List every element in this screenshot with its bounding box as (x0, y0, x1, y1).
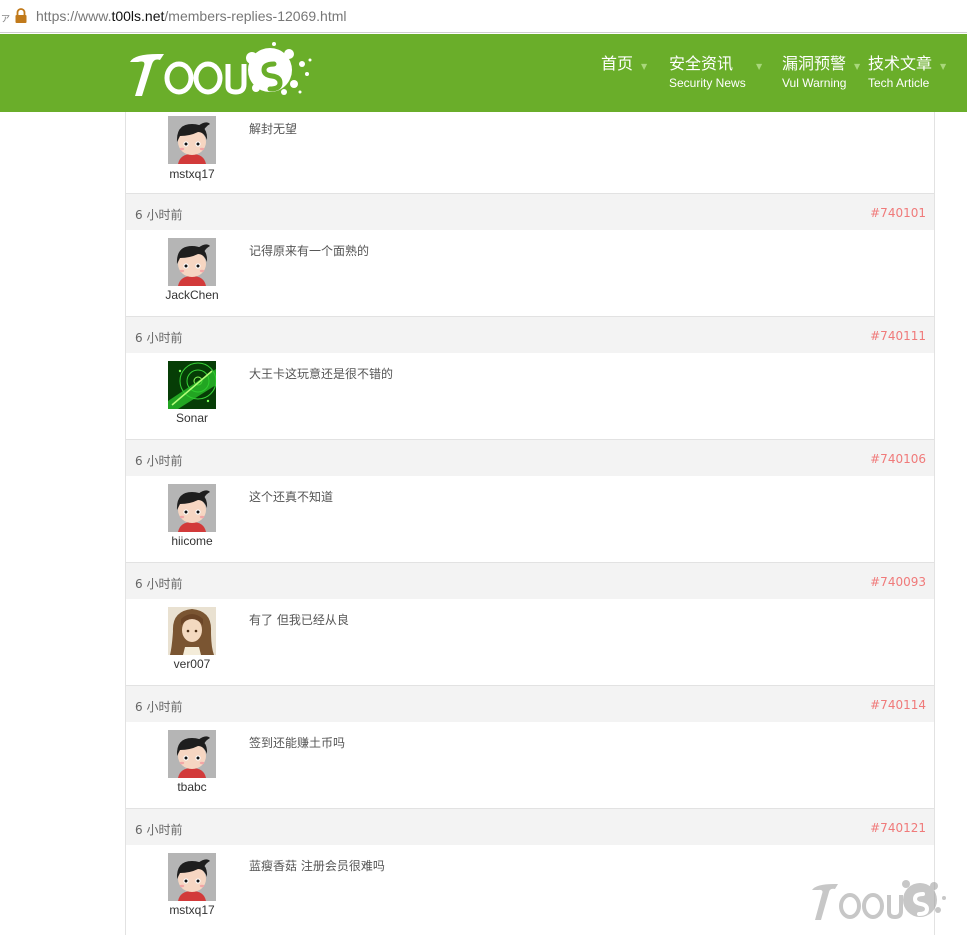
boy-avatar-image (168, 853, 216, 901)
username-link[interactable]: tbabc (142, 780, 242, 794)
reply-time: 6 小时前 (135, 577, 183, 591)
avatar[interactable] (168, 361, 216, 409)
reply-body: tbabc 签到还能赚土币吗 (126, 722, 934, 808)
nav-item-label: 技术文章 (868, 56, 933, 73)
url-host: t00ls.net (111, 8, 165, 24)
reply-time: 6 小时前 (135, 454, 183, 468)
address-bar[interactable]: ァ https://www.t00ls.net/members-replies-… (0, 0, 967, 33)
nav-item-sublabel: Security News (669, 76, 746, 90)
reply-body: Sonar 大王卡这玩意还是很不错的 (126, 353, 934, 439)
username-link[interactable]: mstxq17 (142, 903, 242, 917)
reply-header: 6 小时前 #740093 (126, 562, 934, 599)
username-link[interactable]: ver007 (142, 657, 242, 671)
boy-avatar-image (168, 238, 216, 286)
url-text[interactable]: https://www.t00ls.net/members-replies-12… (36, 8, 346, 24)
avatar[interactable] (168, 484, 216, 532)
tab-edge-glyph: ァ (0, 11, 11, 24)
reply-content: 这个还真不知道 (249, 490, 334, 504)
reply-list: mstxq17 解封无望 6 小时前 #740101 JackChen 记得原来有一个… (125, 112, 935, 935)
reply-header: 6 小时前 #740101 (126, 193, 934, 230)
boy-avatar-image (168, 484, 216, 532)
username-link[interactable]: hiicome (142, 534, 242, 548)
reply-id-link[interactable]: #740111 (870, 329, 926, 343)
nav-item-tech-article[interactable]: 技术文章 Tech Article ▼ (868, 56, 946, 90)
avatar[interactable] (168, 853, 216, 901)
boy-avatar-image (168, 116, 216, 164)
nav-item-label: 首页 (601, 56, 634, 73)
reply-id-link[interactable]: #740121 (870, 821, 926, 835)
avatar[interactable] (168, 730, 216, 778)
reply-content: 解封无望 (249, 122, 298, 136)
url-path: /members-replies-12069.html (164, 8, 347, 24)
reply-body: mstxq17 解封无望 (126, 112, 934, 193)
nav-item-sublabel: Tech Article (868, 76, 930, 90)
nav-item-sublabel: Vul Warning (782, 76, 847, 90)
nav-item-security-news[interactable]: 安全资讯 Security News ▼ (669, 56, 762, 90)
lock-icon (15, 8, 27, 23)
url-prefix: https://www. (36, 8, 112, 24)
reply-content: 签到还能赚土币吗 (249, 736, 346, 750)
nav-item-vul-warning[interactable]: 漏洞预警 Vul Warning ▼ (782, 56, 860, 90)
username-link[interactable]: Sonar (142, 411, 242, 425)
avatar[interactable] (168, 607, 216, 655)
boy-avatar-image (168, 730, 216, 778)
reply-id-link[interactable]: #740114 (870, 698, 926, 712)
avatar[interactable] (168, 238, 216, 286)
reply-time: 6 小时前 (135, 208, 183, 222)
reply-time: 6 小时前 (135, 823, 183, 837)
main-nav: 首页 ▼ 安全资讯 Security News ▼ 漏洞预警 Vul Warni… (0, 56, 967, 96)
reply-content: 蓝瘦香菇 注册会员很难吗 (249, 859, 385, 873)
chevron-down-icon: ▼ (641, 62, 648, 71)
nav-item-label: 漏洞预警 (782, 56, 847, 73)
chevron-down-icon: ▼ (756, 62, 763, 71)
reply-header: 6 小时前 #740114 (126, 685, 934, 722)
avatar[interactable] (168, 116, 216, 164)
site-header: 首页 ▼ 安全资讯 Security News ▼ 漏洞预警 Vul Warni… (0, 34, 967, 112)
chevron-down-icon: ▼ (854, 62, 861, 71)
reply-body: JackChen 记得原来有一个面熟的 (126, 230, 934, 316)
reply-body: ver007 有了 但我已经从良 (126, 599, 934, 685)
logo-watermark (812, 880, 946, 920)
username-link[interactable]: JackChen (142, 288, 242, 302)
radar-avatar-image (168, 361, 216, 409)
nav-item-home[interactable]: 首页 ▼ (601, 56, 647, 74)
nav-item-label: 安全资讯 (669, 56, 734, 73)
reply-id-link[interactable]: #740093 (870, 575, 926, 589)
reply-time: 6 小时前 (135, 331, 183, 345)
username-link[interactable]: mstxq17 (142, 167, 242, 181)
girl-avatar-image (168, 607, 216, 655)
reply-id-link[interactable]: #740106 (870, 452, 926, 466)
chevron-down-icon: ▼ (940, 62, 947, 71)
reply-header: 6 小时前 #740111 (126, 316, 934, 353)
reply-id-link[interactable]: #740101 (870, 206, 926, 220)
reply-content: 大王卡这玩意还是很不错的 (249, 367, 394, 381)
reply-content: 有了 但我已经从良 (249, 613, 349, 627)
reply-body: hiicome 这个还真不知道 (126, 476, 934, 562)
reply-content: 记得原来有一个面熟的 (249, 244, 370, 258)
reply-time: 6 小时前 (135, 700, 183, 714)
reply-header: 6 小时前 #740106 (126, 439, 934, 476)
reply-header: 6 小时前 #740121 (126, 808, 934, 845)
